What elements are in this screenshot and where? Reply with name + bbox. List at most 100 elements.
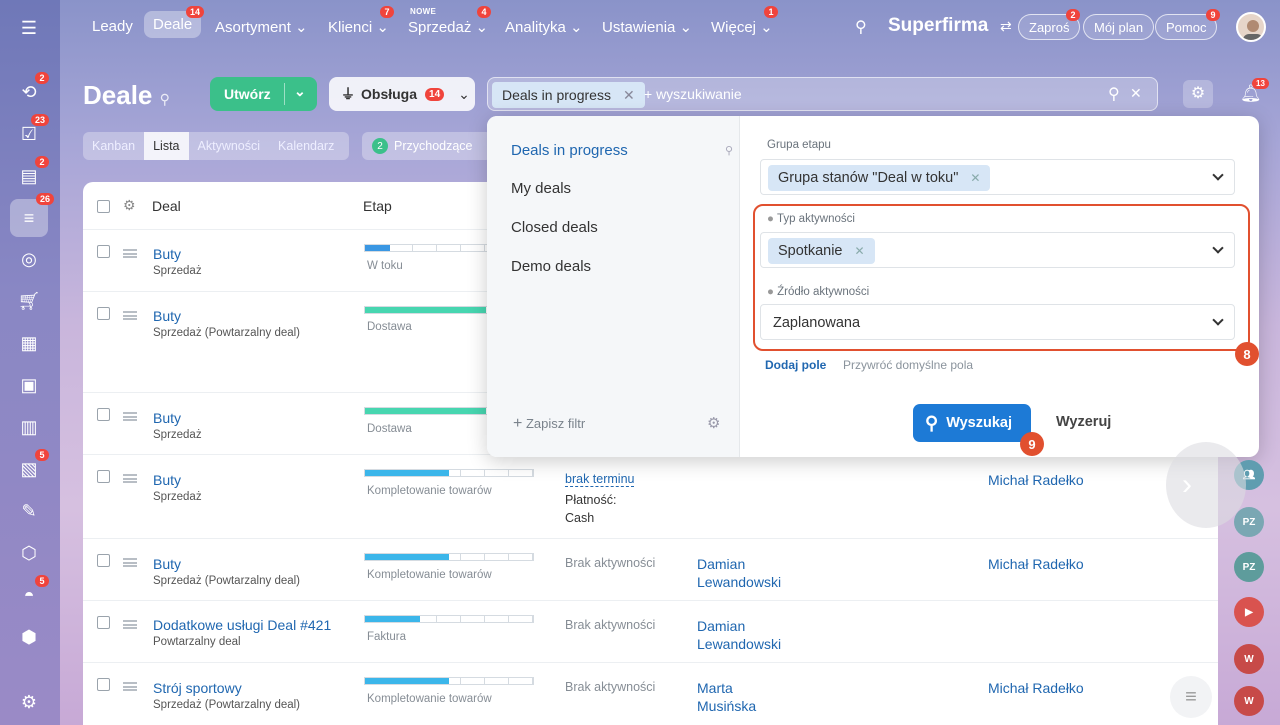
deal-title[interactable]: Buty <box>153 472 181 488</box>
preset-deals-in-progress[interactable]: Deals in progress <box>511 142 628 159</box>
client-name[interactable]: Damian Lewandowski <box>697 617 781 653</box>
row-checkbox[interactable] <box>97 307 110 320</box>
deal-title[interactable]: Buty <box>153 246 181 262</box>
table-row[interactable]: Strój sportowy Sprzedaż (Powtarzalny dea… <box>83 662 1218 725</box>
drag-handle-icon[interactable] <box>123 682 137 691</box>
preset-closed-deals[interactable]: Closed deals <box>511 219 598 236</box>
view-list[interactable]: Lista <box>144 132 189 160</box>
drag-handle-icon[interactable] <box>123 311 137 320</box>
search-icon[interactable]: ⚲ <box>855 17 867 37</box>
sidebar-docs-icon[interactable]: ▧ 5 <box>15 449 49 483</box>
row-checkbox[interactable] <box>97 678 110 691</box>
deal-title[interactable]: Buty <box>153 556 181 572</box>
row-checkbox[interactable] <box>97 408 110 421</box>
client-name[interactable]: Marta Musińska <box>697 679 756 715</box>
responsible-user[interactable]: Michał Radełko <box>988 556 1084 572</box>
table-row[interactable]: Dodatkowe usługi Deal #421 Powtarzalny d… <box>83 600 1218 662</box>
settings-icon[interactable]: ⚙ <box>15 688 43 716</box>
deal-title[interactable]: Buty <box>153 410 181 426</box>
stage-group-field[interactable]: Grupa stanów "Deal w toku" ✕ <box>760 159 1235 195</box>
create-button[interactable]: Utwórz ⌄ <box>210 77 317 111</box>
create-dropdown-icon[interactable]: ⌄ <box>294 83 306 100</box>
stage-progress[interactable] <box>364 615 534 623</box>
video-icon[interactable]: ▶ <box>1234 597 1264 627</box>
brand-switch-icon[interactable]: ⇄ <box>1000 18 1012 35</box>
drag-handle-icon[interactable] <box>123 620 137 629</box>
sidebar-sign-icon[interactable]: ✎ <box>15 497 43 525</box>
service-button[interactable]: ⏚ Obsługa 14 ⌄ <box>329 77 475 111</box>
stage-progress[interactable] <box>364 677 534 685</box>
drag-handle-icon[interactable] <box>123 412 137 421</box>
nav-sales[interactable]: Sprzedaż ⌄ <box>408 18 488 36</box>
view-kanban[interactable]: Kanban <box>83 132 144 160</box>
deal-title[interactable]: Dodatkowe usługi Deal #421 <box>153 617 331 633</box>
stage-group-chip[interactable]: Grupa stanów "Deal w toku" ✕ <box>768 165 991 191</box>
table-settings-icon[interactable]: ⚙ <box>123 197 136 214</box>
view-calendar[interactable]: Kalendarz <box>269 132 343 160</box>
close-icon[interactable]: ✕ <box>623 87 635 104</box>
column-header-deal[interactable]: Deal <box>152 198 181 214</box>
table-row[interactable]: Buty Sprzedaż Kompletowanie towarów brak… <box>83 454 1218 538</box>
sidebar-chart-icon[interactable]: ▥ <box>15 413 43 441</box>
search-button[interactable]: ⚲ Wyszukaj <box>913 404 1031 442</box>
nav-more[interactable]: Więcej ⌄ <box>711 18 773 36</box>
sidebar-cart-icon[interactable]: 🛒︎ <box>15 287 43 315</box>
nav-settings[interactable]: Ustawienia ⌄ <box>602 18 692 36</box>
list-menu-icon[interactable]: ≡ <box>1170 676 1212 718</box>
select-all-checkbox[interactable] <box>97 200 110 213</box>
sidebar-target-icon[interactable]: ◎ <box>15 245 43 273</box>
pin-icon[interactable]: ⚲ <box>725 144 733 157</box>
close-icon[interactable]: ✕ <box>970 171 980 185</box>
clear-icon[interactable]: ✕ <box>1130 85 1142 102</box>
row-checkbox[interactable] <box>97 616 110 629</box>
row-checkbox[interactable] <box>97 245 110 258</box>
menu-icon[interactable]: ☰ <box>15 14 43 42</box>
preset-demo-deals[interactable]: Demo deals <box>511 258 591 275</box>
sidebar-activity-icon[interactable]: ⟲ 2 <box>15 72 49 106</box>
sidebar-box-icon[interactable]: ⬢ <box>15 623 43 651</box>
nav-assortment[interactable]: Asortyment ⌄ <box>215 18 308 36</box>
drag-handle-icon[interactable] <box>123 474 137 483</box>
right-avatar[interactable]: PZ <box>1234 552 1264 582</box>
user-avatar[interactable] <box>1236 12 1266 42</box>
filter-search-bar[interactable]: Deals in progress ✕ + wyszukiwanie ⚲ ✕ <box>487 77 1158 111</box>
sidebar-store-icon[interactable]: ▦ <box>15 329 43 357</box>
sidebar-crm-icon[interactable]: ≡ 26 <box>10 193 54 237</box>
save-filter-button[interactable]: + Zapisz filtr <box>513 415 585 433</box>
nav-clients[interactable]: Klienci ⌄ <box>328 18 389 36</box>
search-icon[interactable]: ⚲ <box>1108 84 1120 104</box>
preset-my-deals[interactable]: My deals <box>511 180 571 197</box>
right-avatar[interactable]: W <box>1234 686 1264 716</box>
search-filter-chip[interactable]: Deals in progress ✕ <box>492 82 645 108</box>
row-checkbox[interactable] <box>97 470 110 483</box>
deal-title[interactable]: Strój sportowy <box>153 680 242 696</box>
search-input[interactable]: + wyszukiwanie <box>644 86 742 102</box>
nav-analytics[interactable]: Analityka ⌄ <box>505 18 583 36</box>
nav-leads[interactable]: Leady <box>92 18 133 35</box>
gear-icon[interactable]: ⚙ <box>1183 80 1213 108</box>
drag-handle-icon[interactable] <box>123 558 137 567</box>
client-name[interactable]: Damian Lewandowski <box>697 555 781 591</box>
responsible-user[interactable]: Michał Radełko <box>988 472 1084 488</box>
view-activities[interactable]: Aktywności <box>189 132 270 160</box>
right-avatar[interactable]: PZ <box>1234 507 1264 537</box>
pin-icon[interactable]: ⚲ <box>160 91 170 107</box>
sidebar-tasks-icon[interactable]: ☑ 23 <box>15 114 49 148</box>
chevron-right-icon[interactable]: › <box>1166 442 1246 528</box>
restore-default-fields-link[interactable]: Przywróć domyślne pola <box>843 358 973 372</box>
right-avatar[interactable]: W <box>1234 644 1264 674</box>
activity-deadline[interactable]: brak terminu <box>565 472 635 487</box>
gear-icon[interactable]: ⚙ <box>707 414 720 432</box>
my-plan-button[interactable]: Mój plan <box>1083 14 1155 40</box>
chevron-down-icon[interactable] <box>1212 169 1224 181</box>
stage-progress[interactable] <box>364 469 534 477</box>
sidebar-contacts-icon[interactable]: ▤ 2 <box>15 156 49 190</box>
deal-title[interactable]: Buty <box>153 308 181 324</box>
column-header-stage[interactable]: Etap <box>363 198 392 214</box>
table-row[interactable]: Buty Sprzedaż (Powtarzalny deal) Komplet… <box>83 538 1218 600</box>
sidebar-hex-icon[interactable]: ⬡ <box>15 539 43 567</box>
stage-progress[interactable] <box>364 553 534 561</box>
drag-handle-icon[interactable] <box>123 249 137 258</box>
reset-button[interactable]: Wyzeruj <box>1056 414 1111 430</box>
add-field-link[interactable]: Dodaj pole <box>765 358 826 372</box>
